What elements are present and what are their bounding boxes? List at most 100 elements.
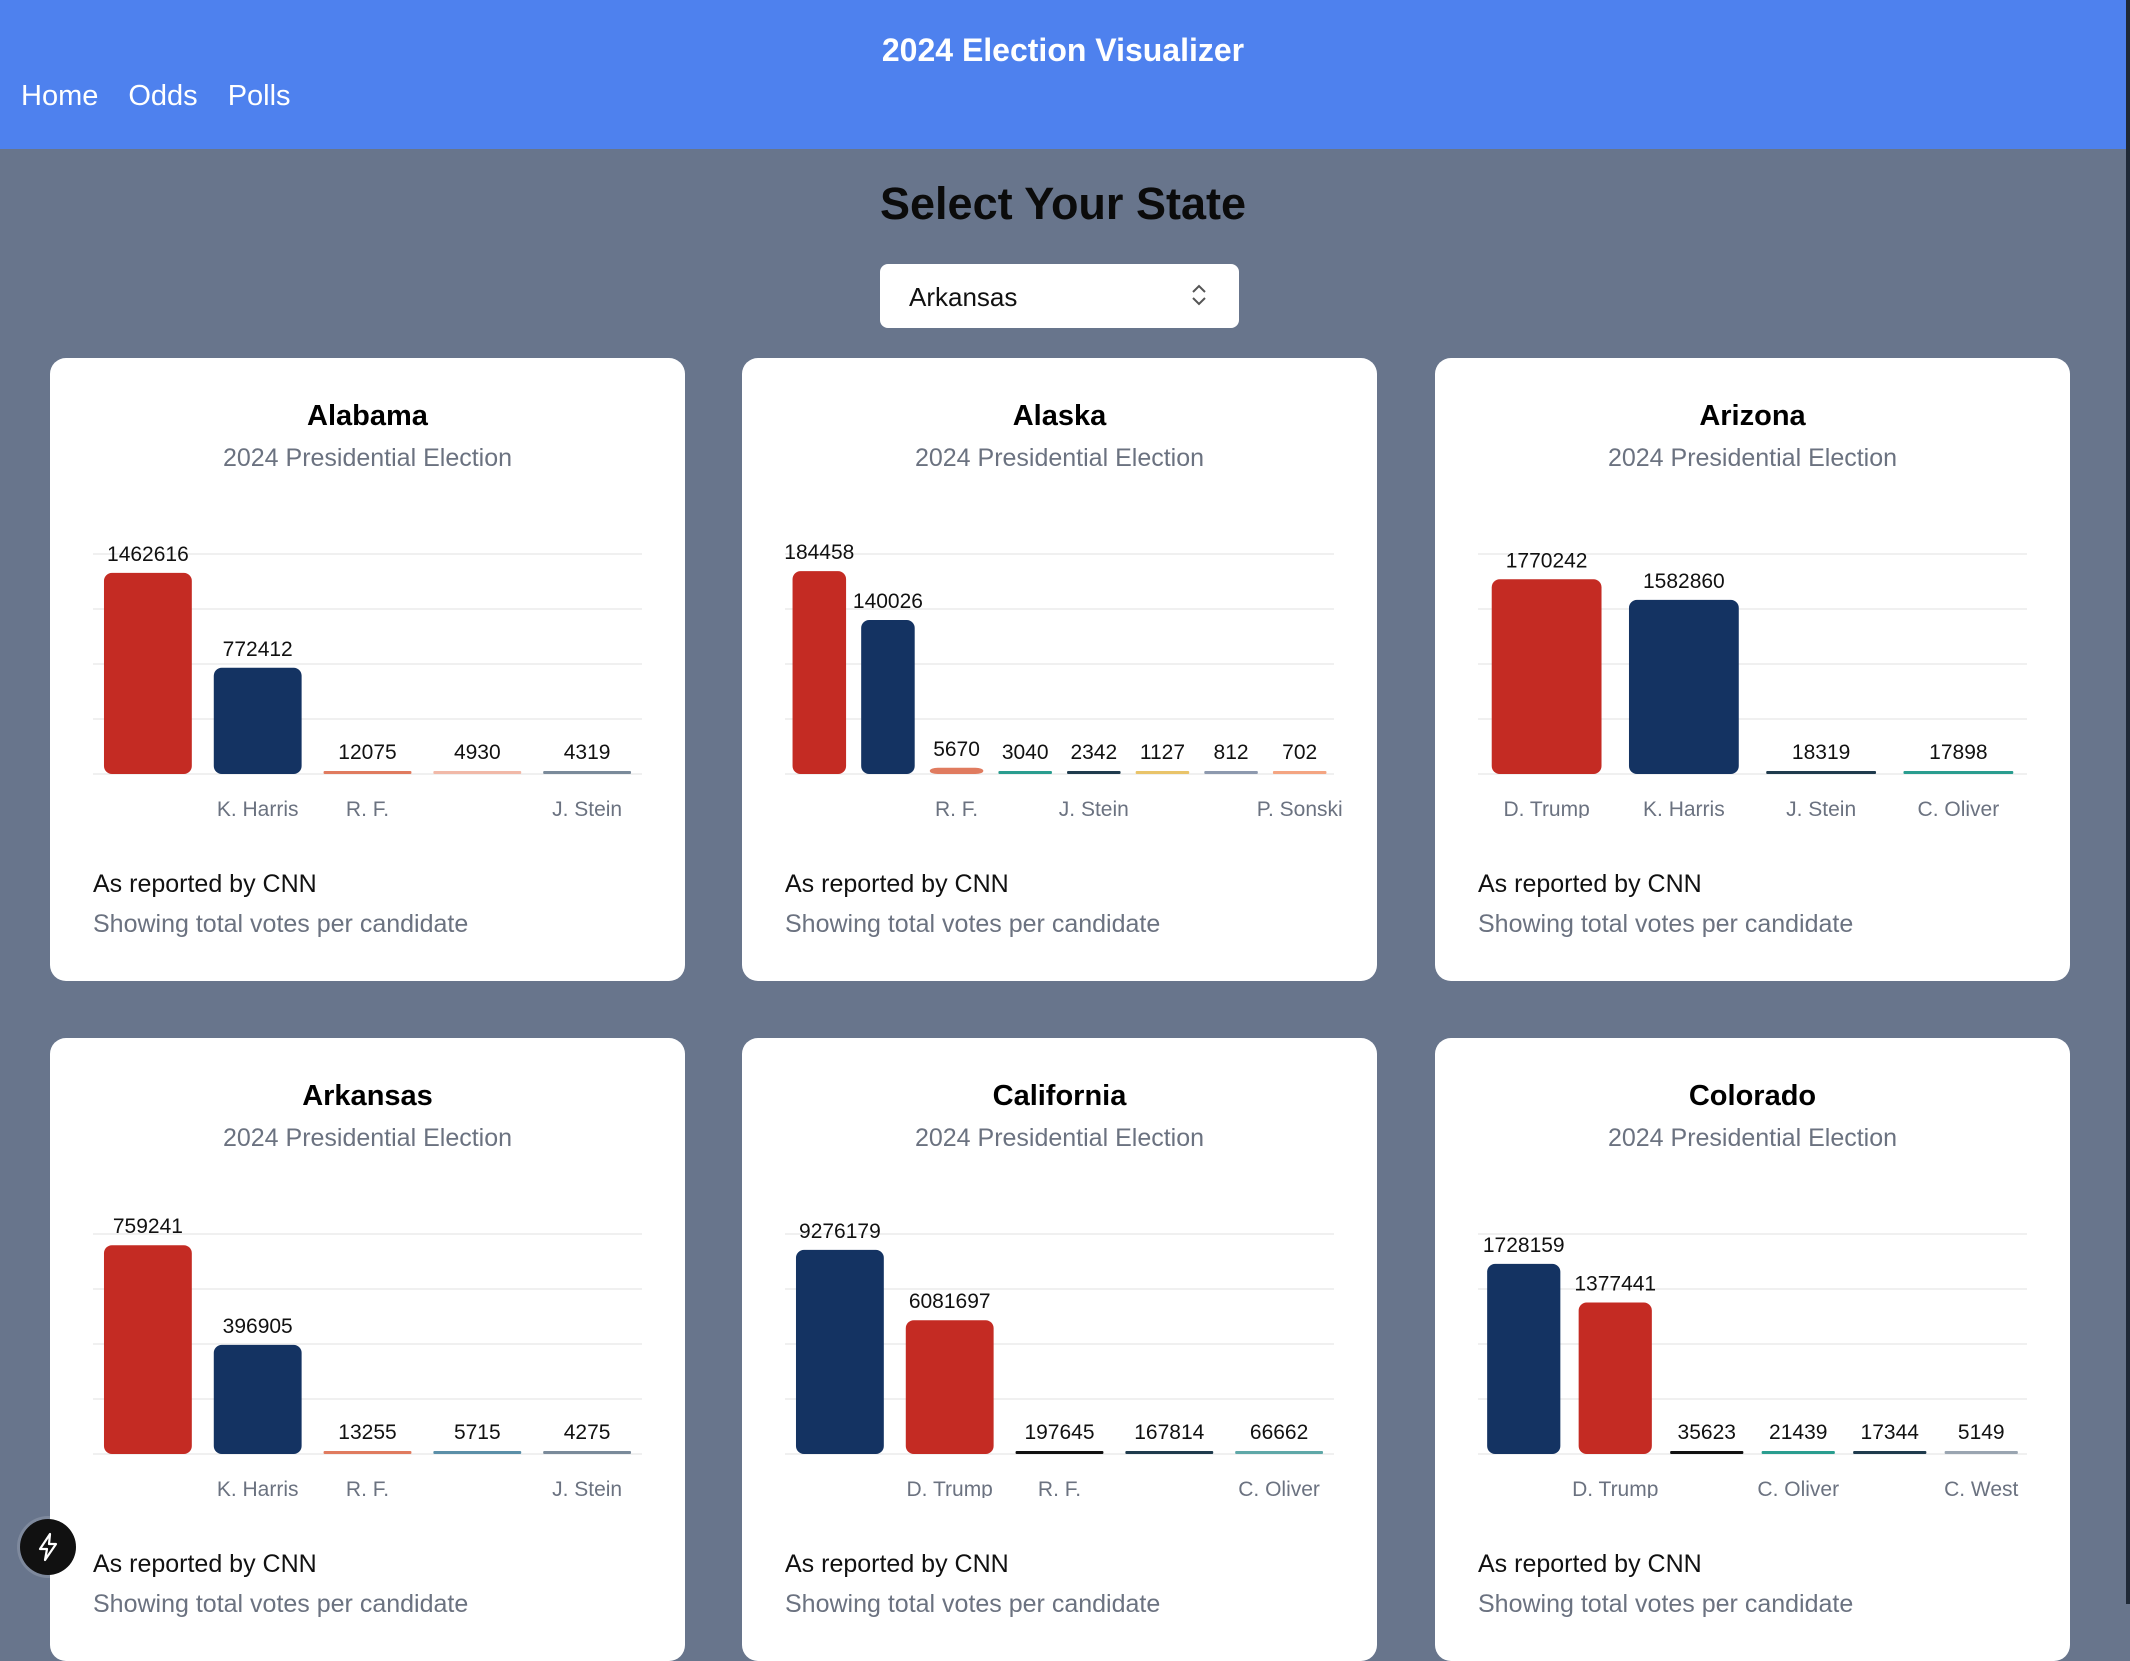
window-edge bbox=[2126, 0, 2130, 1604]
bar-value-label: 197645 bbox=[1024, 1421, 1094, 1444]
category-label: P. Sonski bbox=[1257, 798, 1343, 818]
state-card-colorado: Colorado 2024 Presidential Election 1728… bbox=[1435, 1038, 2070, 1661]
bar-value-label: 1377441 bbox=[1574, 1272, 1656, 1295]
bar-value-label: 772412 bbox=[223, 638, 293, 661]
category-label: K. Harris bbox=[1643, 798, 1725, 818]
bar bbox=[929, 767, 984, 774]
state-select[interactable]: Arkansas bbox=[880, 264, 1239, 328]
bar bbox=[1853, 1451, 1927, 1454]
bar bbox=[1487, 1263, 1561, 1454]
category-label: J. Stein bbox=[552, 798, 622, 818]
card-source: As reported by CNN bbox=[785, 1550, 1009, 1578]
card-note: Showing total votes per candidate bbox=[93, 1590, 469, 1618]
bar-chart: 1728159 1377441 D. Trump 35623 21439 C. Olive… bbox=[1478, 1233, 2027, 1498]
card-note: Showing total votes per candidate bbox=[785, 910, 1161, 938]
bar-value-label: 1462616 bbox=[107, 543, 189, 566]
bar-value-label: 184458 bbox=[784, 541, 854, 564]
card-note: Showing total votes per candidate bbox=[785, 1590, 1161, 1618]
bar-value-label: 702 bbox=[1282, 741, 1317, 764]
state-select-value: Arkansas bbox=[909, 282, 1018, 312]
bar-value-label: 167814 bbox=[1134, 1421, 1204, 1444]
nav-polls-link[interactable]: Polls bbox=[228, 80, 291, 113]
bar-value-label: 396905 bbox=[223, 1315, 293, 1338]
bar-chart: 1770242 D. Trump 1582860 K. Harris 18319 J. S… bbox=[1478, 549, 2027, 818]
card-note: Showing total votes per candidate bbox=[93, 910, 469, 938]
card-note: Showing total votes per candidate bbox=[1478, 1590, 1854, 1618]
bar-value-label: 21439 bbox=[1769, 1421, 1827, 1444]
app-title: 2024 Election Visualizer bbox=[881, 32, 1245, 68]
category-label: R. F. bbox=[346, 798, 389, 818]
chevron-up-down-icon bbox=[1190, 282, 1208, 313]
card-source: As reported by CNN bbox=[1478, 1550, 1702, 1578]
bar-value-label: 18319 bbox=[1792, 741, 1850, 764]
category-label: J. Stein bbox=[1786, 798, 1856, 818]
category-label: D. Trump bbox=[1503, 798, 1589, 818]
category-label: D. Trump bbox=[907, 1478, 993, 1498]
bar bbox=[543, 1451, 632, 1454]
bar bbox=[1067, 771, 1121, 774]
state-card-california: California 2024 Presidential Election 92… bbox=[742, 1038, 1377, 1661]
bar bbox=[792, 571, 847, 774]
bar bbox=[861, 619, 915, 774]
bar-chart: 1462616 772412 K. Harris 12075 R. F. 4930 4319… bbox=[93, 543, 642, 818]
category-label: K. Harris bbox=[217, 798, 299, 818]
bar bbox=[323, 1451, 412, 1454]
bar-value-label: 66662 bbox=[1250, 1421, 1308, 1444]
bar-value-label: 812 bbox=[1214, 741, 1249, 764]
category-label: D. Trump bbox=[1572, 1478, 1658, 1498]
bar bbox=[433, 771, 522, 774]
lightning-bolt-icon[interactable] bbox=[20, 1519, 76, 1575]
bar bbox=[998, 771, 1052, 774]
bar bbox=[1628, 599, 1739, 774]
bar bbox=[103, 1245, 192, 1454]
bar-value-label: 2342 bbox=[1070, 741, 1117, 764]
card-source: As reported by CNN bbox=[93, 1550, 317, 1578]
category-label: R. F. bbox=[346, 1478, 389, 1498]
bar bbox=[1491, 579, 1602, 774]
bar-value-label: 4930 bbox=[454, 741, 501, 764]
bar bbox=[103, 572, 192, 774]
nav-home-link[interactable]: Home bbox=[21, 80, 98, 113]
bar-value-label: 1770242 bbox=[1506, 549, 1588, 572]
bar-value-label: 17898 bbox=[1929, 741, 1987, 764]
bar bbox=[213, 667, 302, 774]
bar-value-label: 13255 bbox=[338, 1421, 396, 1444]
bar bbox=[323, 771, 412, 774]
page-heading: Select Your State bbox=[880, 178, 1246, 229]
state-card-alabama: Alabama 2024 Presidential Election 14626… bbox=[50, 358, 685, 981]
state-card-arizona: Arizona 2024 Presidential Election 17702… bbox=[1435, 358, 2070, 981]
bar-value-label: 759241 bbox=[113, 1215, 183, 1238]
bar-value-label: 12075 bbox=[338, 741, 396, 764]
bar-chart: 759241 396905 K. Harris 13255 R. F. 5715 4275 J… bbox=[93, 1215, 642, 1498]
category-label: R. F. bbox=[935, 798, 978, 818]
bar bbox=[905, 1320, 994, 1454]
category-label: C. Oliver bbox=[1918, 798, 2000, 818]
bar-value-label: 5670 bbox=[933, 738, 980, 761]
state-card-alaska: Alaska 2024 Presidential Election 184458… bbox=[742, 358, 1377, 981]
bar bbox=[1125, 1451, 1214, 1454]
bar-value-label: 9276179 bbox=[799, 1220, 881, 1243]
bar bbox=[1235, 1451, 1324, 1454]
card-source: As reported by CNN bbox=[93, 870, 317, 898]
category-label: C. Oliver bbox=[1757, 1478, 1839, 1498]
category-label: K. Harris bbox=[217, 1478, 299, 1498]
bar bbox=[1903, 771, 2014, 774]
nav-odds-link[interactable]: Odds bbox=[128, 80, 197, 113]
card-source: As reported by CNN bbox=[785, 870, 1009, 898]
category-label: R. F. bbox=[1038, 1478, 1081, 1498]
bar bbox=[1670, 1451, 1744, 1454]
bar-value-label: 4319 bbox=[564, 741, 611, 764]
bar bbox=[1761, 1451, 1835, 1454]
app-header: 2024 Election Visualizer Home Odds Polls bbox=[0, 0, 2126, 149]
category-label: J. Stein bbox=[1059, 798, 1129, 818]
bar bbox=[1944, 1451, 2018, 1454]
bar-chart: 184458 140026 5670 R. F. 3040 2342 J. Stein 112… bbox=[784, 541, 1343, 818]
bar-chart: 9276179 6081697 D. Trump 197645 R. F. 167814 6… bbox=[785, 1220, 1334, 1498]
bar bbox=[213, 1344, 302, 1454]
main-nav: Home Odds Polls bbox=[21, 80, 321, 113]
bar bbox=[543, 771, 632, 774]
bar-value-label: 5715 bbox=[454, 1421, 501, 1444]
bar-value-label: 1127 bbox=[1140, 741, 1185, 764]
bar bbox=[1578, 1302, 1652, 1454]
bar bbox=[1015, 1451, 1104, 1454]
